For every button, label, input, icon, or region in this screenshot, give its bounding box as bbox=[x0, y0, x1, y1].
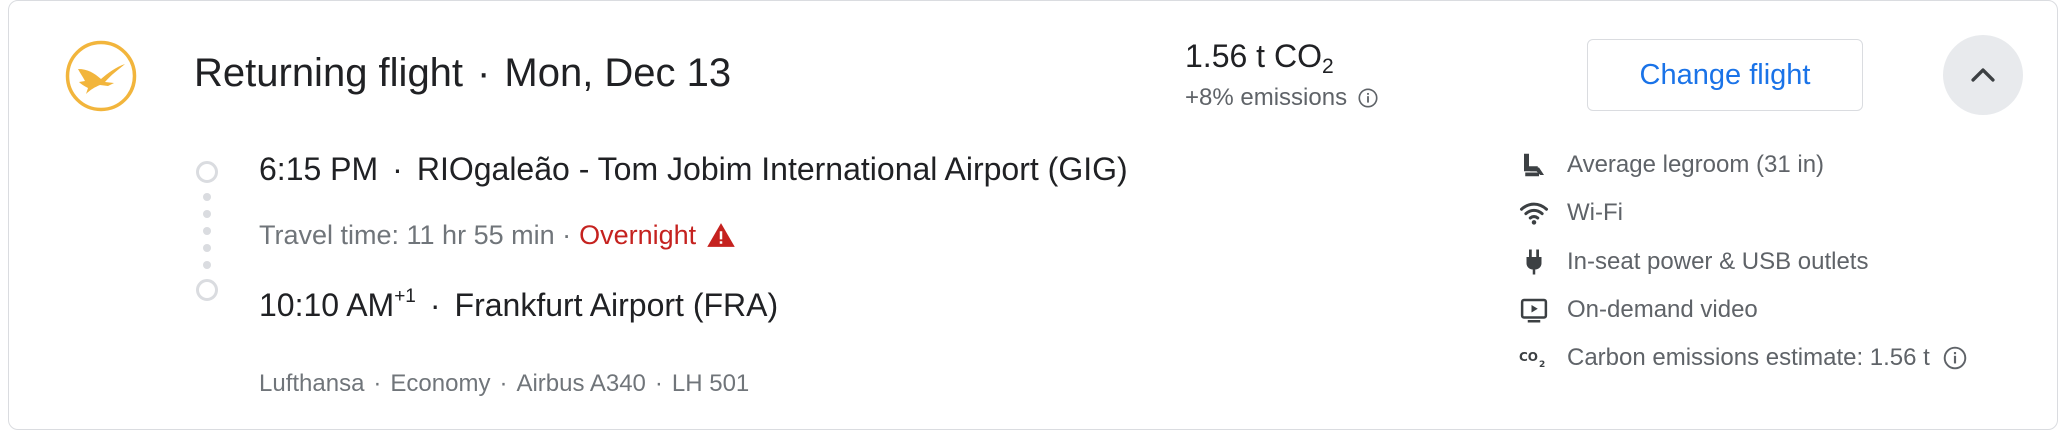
departure-timeline-circle bbox=[196, 161, 218, 183]
cabin-class: Economy bbox=[390, 370, 491, 397]
svg-text:2: 2 bbox=[1539, 360, 1545, 370]
video-icon bbox=[1517, 293, 1551, 327]
warning-icon bbox=[706, 220, 736, 250]
timeline-dot bbox=[203, 193, 211, 201]
wifi-icon bbox=[1517, 196, 1551, 230]
collapse-button[interactable] bbox=[1943, 35, 2023, 115]
chevron-up-icon bbox=[1971, 68, 1995, 82]
departure-time: 6:15 PM bbox=[259, 151, 379, 187]
timeline-dot bbox=[203, 244, 211, 252]
meta-separator: · bbox=[373, 370, 382, 397]
arrival-row: 10:10 AM+1 · Frankfurt Airport (FRA) bbox=[259, 275, 778, 327]
amenity-legroom: Average legroom (31 in) bbox=[1517, 147, 1824, 183]
meta-separator: · bbox=[654, 370, 663, 397]
meta-separator: · bbox=[499, 370, 508, 397]
svg-text:CO: CO bbox=[1519, 350, 1538, 364]
arrival-day-offset: +1 bbox=[394, 286, 416, 307]
emissions-delta: +8% emissions bbox=[1185, 81, 1379, 115]
power-plug-icon bbox=[1517, 245, 1551, 279]
arrival-timeline-circle bbox=[196, 279, 218, 301]
travel-time: Travel time: 11 hr 55 min · bbox=[259, 220, 572, 250]
emissions-value: 1.56 t CO bbox=[1185, 38, 1322, 74]
timeline-dot bbox=[203, 210, 211, 218]
amenity-video: On-demand video bbox=[1517, 292, 1758, 328]
info-icon[interactable] bbox=[1357, 87, 1379, 109]
legroom-seat-icon bbox=[1517, 148, 1551, 182]
amenity-label: In-seat power & USB outlets bbox=[1567, 248, 1869, 275]
amenity-wifi: Wi-Fi bbox=[1517, 195, 1623, 231]
arrival-time: 10:10 AM bbox=[259, 287, 395, 323]
departure-airport: RIOgaleão - Tom Jobim International Airp… bbox=[416, 151, 1128, 187]
amenity-label: Average legroom (31 in) bbox=[1567, 151, 1825, 178]
flight-details: Lufthansa · Economy · Airbus A340 · LH 501 bbox=[259, 367, 749, 401]
timeline-dot bbox=[203, 227, 211, 235]
co2-icon: CO 2 bbox=[1517, 341, 1551, 375]
title-separator: · bbox=[477, 51, 491, 95]
amenity-carbon: CO 2 Carbon emissions estimate: 1.56 t bbox=[1517, 340, 1968, 376]
flight-title: Returning flight · Mon, Dec 13 bbox=[194, 45, 731, 101]
title-label: Returning flight bbox=[194, 51, 464, 95]
lufthansa-crane-logo bbox=[64, 39, 138, 113]
flight-number: LH 501 bbox=[671, 370, 750, 397]
overnight-label: Overnight bbox=[579, 220, 697, 250]
departure-separator: · bbox=[392, 151, 403, 187]
travel-time-row: Travel time: 11 hr 55 min · Overnight bbox=[259, 216, 736, 254]
aircraft-type: Airbus A340 bbox=[516, 370, 646, 397]
flight-card: Returning flight · Mon, Dec 13 1.56 t CO2 … bbox=[8, 0, 2058, 430]
change-flight-button[interactable]: Change flight bbox=[1587, 39, 1863, 111]
amenity-label: On-demand video bbox=[1567, 296, 1758, 323]
arrival-airport: Frankfurt Airport (FRA) bbox=[454, 287, 779, 323]
amenity-power: In-seat power & USB outlets bbox=[1517, 244, 1868, 280]
airline-name: Lufthansa bbox=[259, 370, 365, 397]
info-icon[interactable] bbox=[1942, 345, 1968, 371]
flight-date: Mon, Dec 13 bbox=[504, 51, 732, 95]
timeline-dot bbox=[203, 261, 211, 269]
departure-row: 6:15 PM · RIOgaleão - Tom Jobim Internatio… bbox=[259, 147, 1128, 191]
amenity-label: Wi-Fi bbox=[1567, 199, 1623, 226]
amenity-label: Carbon emissions estimate: 1.56 t bbox=[1567, 344, 1930, 371]
emissions-subscript: 2 bbox=[1321, 55, 1334, 78]
emissions-delta-text: +8% emissions bbox=[1185, 84, 1348, 111]
arrival-separator: · bbox=[429, 287, 441, 323]
